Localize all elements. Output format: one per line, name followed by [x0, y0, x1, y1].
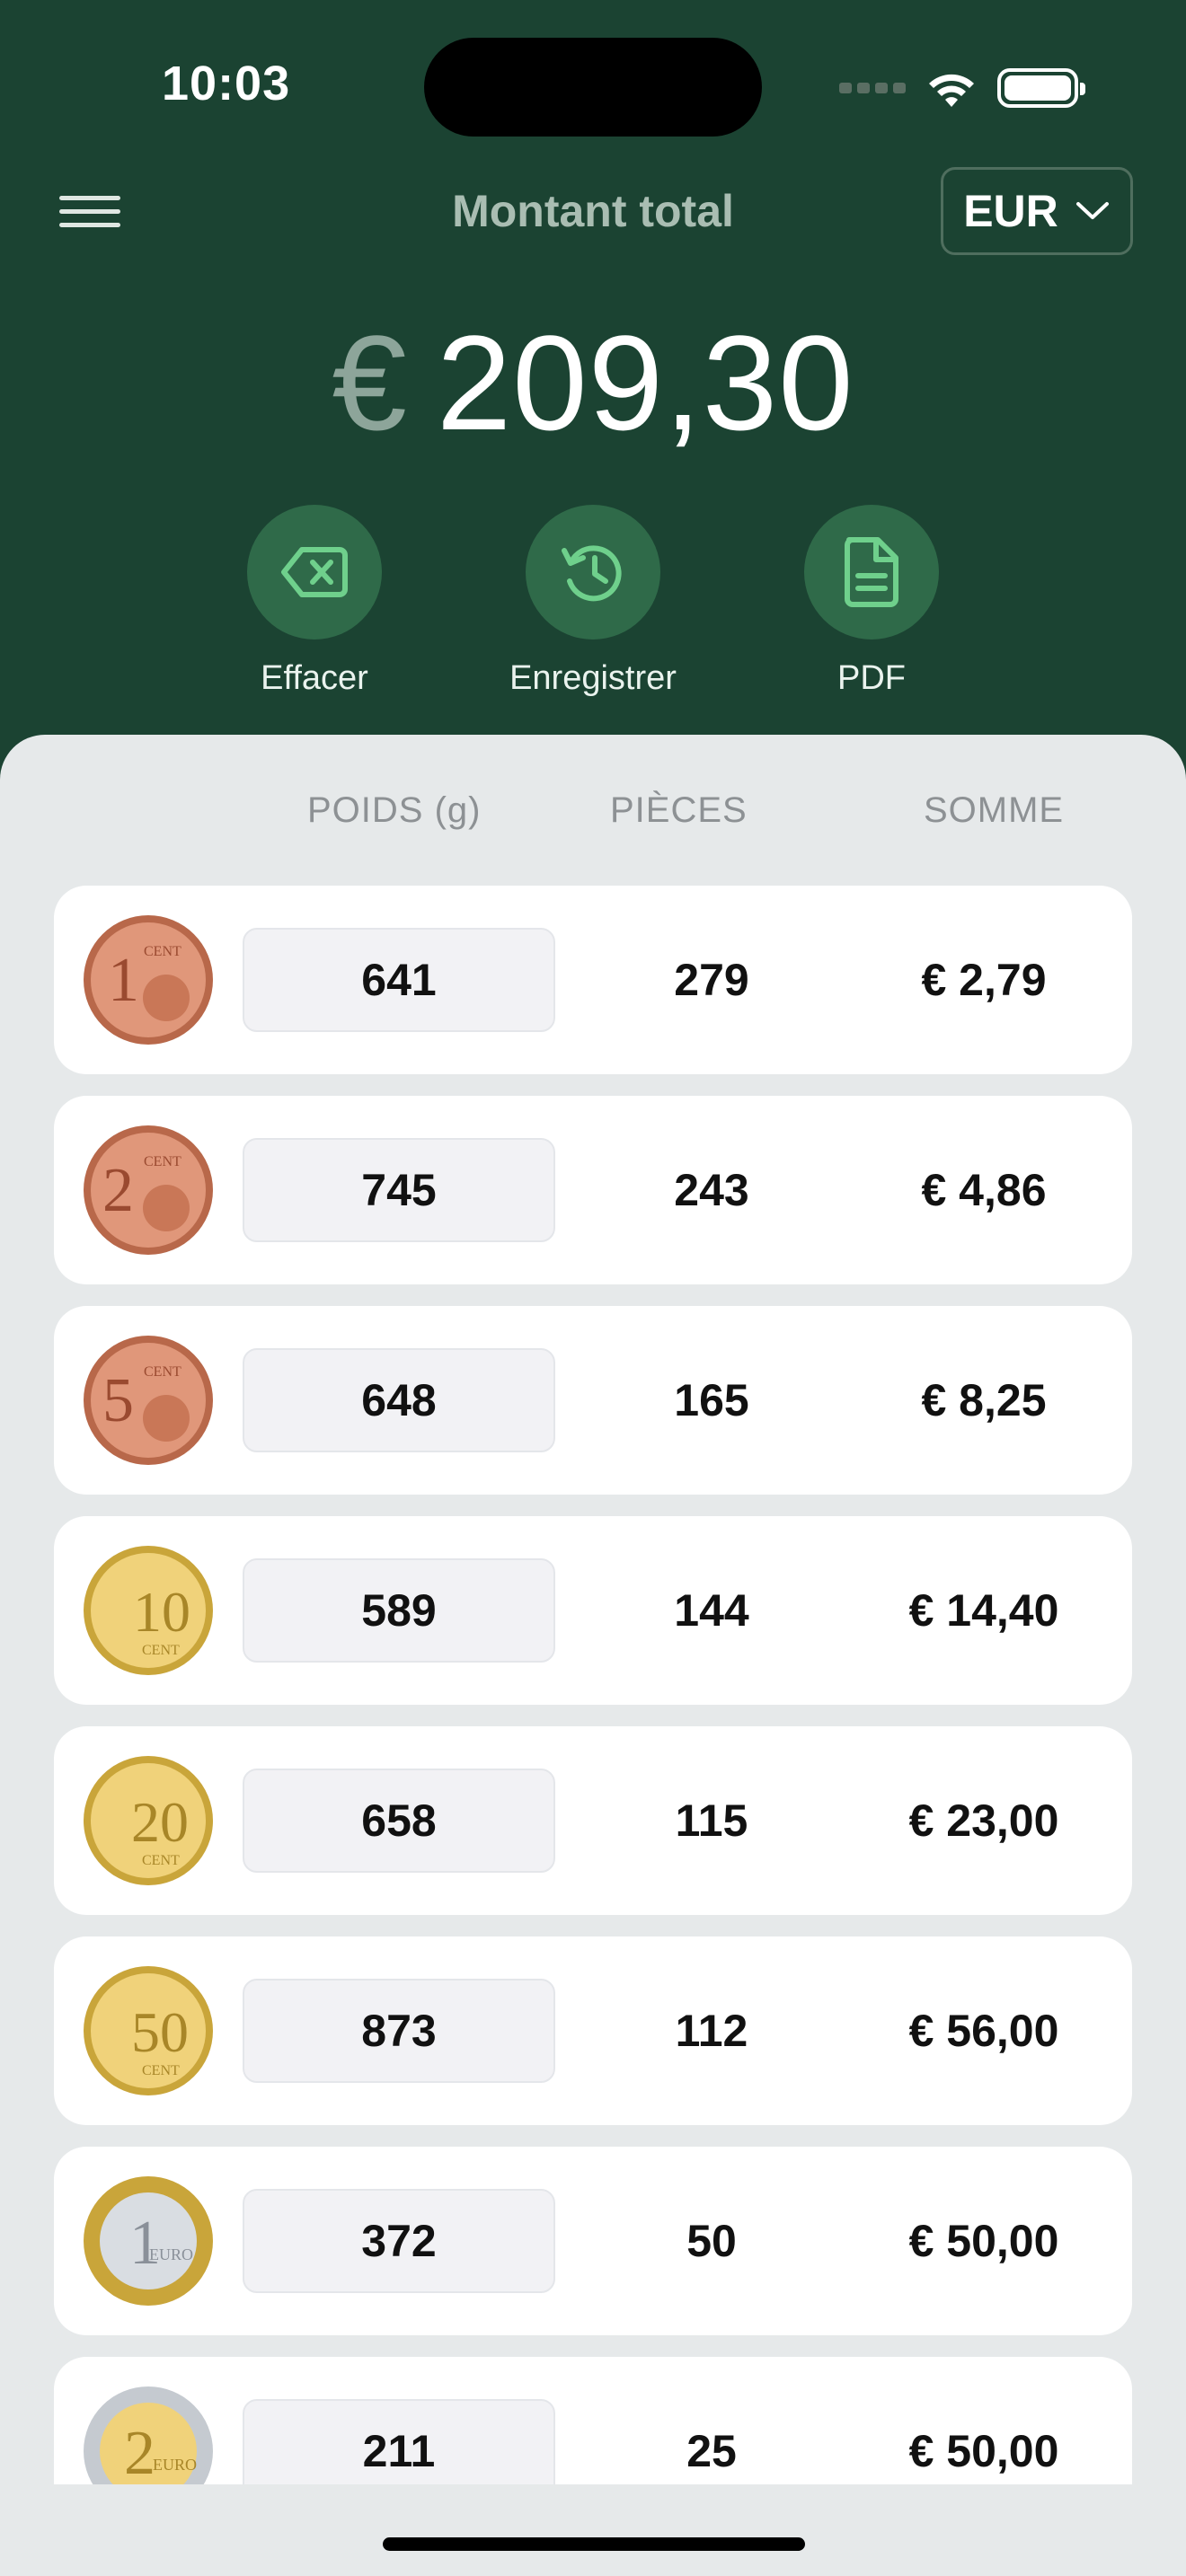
svg-text:CENT: CENT — [142, 2063, 180, 2078]
chevron-down-icon — [1075, 202, 1109, 219]
weight-input[interactable]: 589 — [243, 1558, 555, 1663]
weight-input[interactable]: 873 — [243, 1979, 555, 2083]
twenty-cent-coin-icon: 20 CENT — [84, 1756, 213, 1885]
ten-cent-coin-icon: 10 CENT — [84, 1546, 213, 1675]
row-sum: € 8,25 — [921, 1375, 1047, 1425]
svg-text:CENT: CENT — [142, 1643, 180, 1658]
coin-row: 2 CENT 745 243 € 4,86 — [54, 1096, 1132, 1284]
save-button[interactable]: Enregistrer — [494, 505, 692, 698]
pieces-count: 115 — [675, 1795, 748, 1846]
svg-text:CENT: CENT — [144, 1364, 181, 1380]
pieces-count: 165 — [674, 1375, 749, 1425]
coin-row: 50 CENT 873 112 € 56,00 — [54, 1936, 1132, 2125]
row-sum: € 14,40 — [908, 1585, 1059, 1636]
svg-text:EURO: EURO — [153, 2456, 197, 2474]
one-cent-coin-icon: 1 CENT — [84, 915, 213, 1045]
svg-text:CENT: CENT — [144, 1154, 181, 1169]
weight-input[interactable]: 372 — [243, 2189, 555, 2293]
bottom-safe-area — [0, 2484, 1186, 2576]
status-time: 10:03 — [162, 57, 291, 110]
coin-row: 10 CENT 589 144 € 14,40 — [54, 1516, 1132, 1705]
total-currency-symbol: € — [332, 307, 408, 458]
row-sum: € 50,00 — [908, 2216, 1059, 2266]
row-sum: € 4,86 — [921, 1165, 1047, 1215]
one-euro-coin-icon: 1 EURO — [84, 2176, 213, 2306]
svg-text:CENT: CENT — [142, 1853, 180, 1868]
row-sum: € 2,79 — [921, 955, 1047, 1005]
clear-label: Effacer — [261, 659, 368, 697]
svg-text:2: 2 — [102, 1156, 134, 1225]
coin-row: 1 EURO 372 50 € 50,00 — [54, 2147, 1132, 2335]
save-label: Enregistrer — [509, 659, 677, 697]
weight-input[interactable]: 658 — [243, 1769, 555, 1873]
history-icon — [526, 505, 660, 640]
column-header-weight: POIDS (g) — [307, 790, 482, 830]
five-cent-coin-icon: 5 CENT — [84, 1336, 213, 1465]
svg-text:5: 5 — [102, 1366, 134, 1435]
svg-text:CENT: CENT — [144, 944, 181, 959]
column-header-sum: SOMME — [924, 790, 1065, 830]
pieces-count: 112 — [675, 2006, 748, 2056]
currency-dropdown[interactable]: EUR — [941, 167, 1133, 255]
pdf-button[interactable]: PDF — [773, 505, 970, 698]
header: 10:03 Montant total EUR €209,30 Effacer … — [0, 0, 1186, 808]
dynamic-island — [424, 38, 762, 137]
svg-text:2: 2 — [124, 2419, 155, 2488]
weight-input[interactable]: 648 — [243, 1348, 555, 1452]
battery-icon — [997, 68, 1085, 108]
column-header-pieces: PIÈCES — [610, 790, 748, 830]
wifi-icon — [929, 74, 974, 107]
fifty-cent-coin-icon: 50 CENT — [84, 1966, 213, 2095]
coin-row: 20 CENT 658 115 € 23,00 — [54, 1726, 1132, 1915]
weight-input[interactable]: 641 — [243, 928, 555, 1032]
weight-input[interactable]: 745 — [243, 1138, 555, 1242]
two-cent-coin-icon: 2 CENT — [84, 1125, 213, 1255]
cellular-signal-icon — [839, 83, 906, 93]
total-amount: €209,30 — [0, 305, 1186, 461]
svg-text:1: 1 — [108, 946, 139, 1015]
pieces-count: 279 — [674, 955, 749, 1005]
pieces-count: 144 — [674, 1585, 749, 1636]
document-icon — [804, 505, 939, 640]
svg-text:10: 10 — [133, 1580, 190, 1644]
total-value: 209,30 — [436, 307, 854, 458]
status-icons — [839, 63, 1085, 113]
backspace-icon — [247, 505, 382, 640]
svg-text:1: 1 — [129, 2209, 161, 2278]
row-sum: € 23,00 — [908, 1795, 1059, 1846]
coin-row: 5 CENT 648 165 € 8,25 — [54, 1306, 1132, 1495]
svg-text:50: 50 — [131, 2000, 189, 2064]
clear-button[interactable]: Effacer — [216, 505, 413, 698]
row-sum: € 56,00 — [908, 2006, 1059, 2056]
pieces-count: 50 — [686, 2216, 737, 2266]
home-indicator[interactable] — [383, 2537, 805, 2551]
svg-text:20: 20 — [131, 1790, 189, 1854]
svg-text:EURO: EURO — [149, 2245, 193, 2263]
currency-label: EUR — [963, 186, 1058, 236]
pdf-label: PDF — [837, 659, 906, 697]
pieces-count: 243 — [674, 1165, 749, 1215]
coin-row: 1 CENT 641 279 € 2,79 — [54, 886, 1132, 1074]
